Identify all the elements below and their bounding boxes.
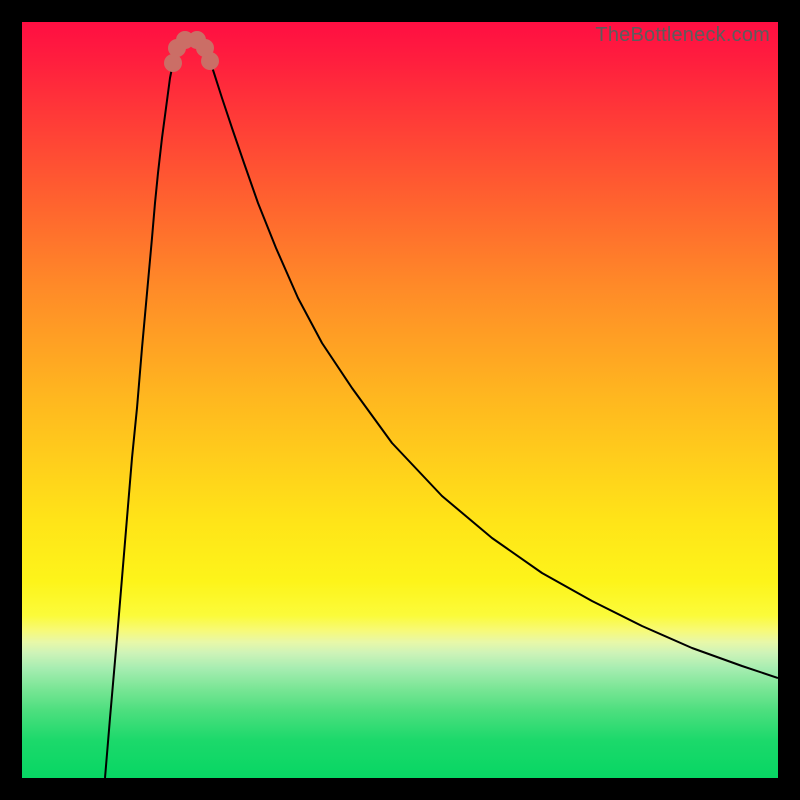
bottleneck-curve-left (105, 43, 184, 778)
plot-area: TheBottleneck.com (22, 22, 778, 778)
trough-marker (201, 52, 219, 70)
bottleneck-curve-right (200, 43, 778, 678)
curves-layer (22, 22, 778, 778)
attribution-text: TheBottleneck.com (595, 24, 770, 47)
chart-frame: TheBottleneck.com (0, 0, 800, 800)
trough-markers (164, 31, 219, 72)
